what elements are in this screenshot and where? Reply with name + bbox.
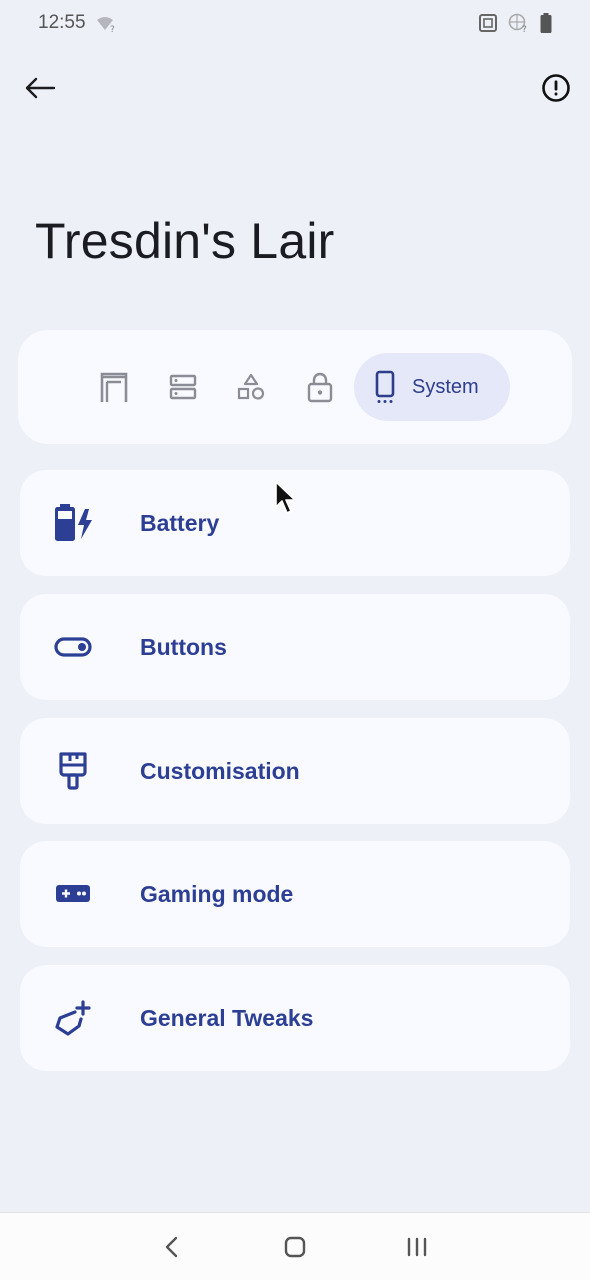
storage-icon bbox=[169, 374, 197, 400]
tab-storage[interactable] bbox=[161, 352, 205, 422]
alert-circle-icon bbox=[542, 74, 570, 102]
status-time: 12:55 bbox=[38, 12, 86, 33]
tab-shapes[interactable] bbox=[229, 352, 273, 422]
system-nav-bar bbox=[0, 1212, 590, 1280]
buttons-item[interactable]: Buttons bbox=[20, 594, 570, 700]
tab-lock[interactable] bbox=[298, 352, 342, 422]
chevron-left-icon bbox=[165, 1236, 178, 1258]
tab-system[interactable]: System bbox=[354, 353, 510, 421]
tab-door-frame[interactable] bbox=[92, 352, 136, 422]
recents-icon bbox=[407, 1237, 427, 1257]
svg-text:?: ? bbox=[110, 25, 115, 33]
customisation-item[interactable]: Customisation bbox=[20, 718, 570, 824]
phone-icon bbox=[375, 370, 395, 403]
home-icon bbox=[284, 1236, 306, 1258]
category-tab-bar: System bbox=[18, 330, 572, 444]
globe-question-icon: ? bbox=[508, 13, 530, 38]
arrow-left-icon bbox=[25, 77, 56, 99]
info-button[interactable] bbox=[536, 68, 576, 108]
gaming-mode-label: Gaming mode bbox=[140, 881, 294, 907]
tag-plus-icon bbox=[52, 998, 94, 1038]
lock-icon bbox=[307, 372, 333, 403]
buttons-label: Buttons bbox=[140, 634, 227, 660]
mouse-pointer-icon bbox=[274, 480, 298, 521]
shapes-icon bbox=[237, 373, 265, 400]
nav-home-button[interactable] bbox=[273, 1227, 317, 1267]
battery-label: Battery bbox=[140, 510, 220, 536]
wifi-question-icon: ? bbox=[96, 15, 118, 38]
toggle-icon bbox=[52, 627, 94, 667]
tab-system-label: System bbox=[412, 375, 479, 398]
gamepad-icon bbox=[52, 874, 94, 914]
battery-charging-icon bbox=[52, 503, 94, 543]
nfc-icon bbox=[478, 13, 498, 38]
door-frame-icon bbox=[100, 372, 128, 402]
general-tweaks-label: General Tweaks bbox=[140, 1005, 314, 1031]
svg-text:?: ? bbox=[522, 25, 527, 33]
battery-icon bbox=[540, 13, 552, 38]
nav-recents-button[interactable] bbox=[395, 1227, 439, 1267]
customisation-label: Customisation bbox=[140, 758, 300, 784]
nav-back-button[interactable] bbox=[150, 1227, 194, 1267]
general-tweaks-item[interactable]: General Tweaks bbox=[20, 965, 570, 1071]
paintbrush-icon bbox=[52, 751, 94, 791]
page-title: Tresdin's Lair bbox=[35, 213, 335, 269]
gaming-mode-item[interactable]: Gaming mode bbox=[20, 841, 570, 947]
back-button[interactable] bbox=[20, 68, 60, 108]
status-bar: 12:55 ? ? bbox=[0, 0, 590, 48]
